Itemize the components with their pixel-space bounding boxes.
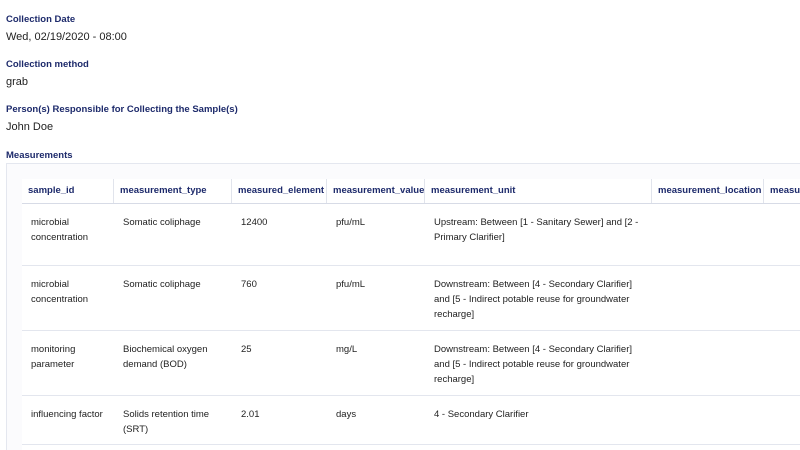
cell-measurement-value: pfu/mL <box>336 217 366 228</box>
responsible-label: Person(s) Responsible for Collecting the… <box>6 104 238 115</box>
column-header-measurement-unit[interactable]: measurement_unit <box>425 179 652 203</box>
cell-sample-id: microbial concentration <box>31 217 89 243</box>
cell-measured-element: 760 <box>241 279 257 290</box>
cell-sample-id: monitoring parameter <box>31 344 76 370</box>
cell-measurement-type: Somatic coliphage <box>123 217 201 228</box>
cell-measurement-unit: Downstream: Between [4 - Secondary Clari… <box>434 344 632 385</box>
cell-measured-element: 2.01 <box>241 409 260 420</box>
collection-method-label: Collection method <box>6 59 89 70</box>
column-header-measurement-value[interactable]: measurement_value <box>327 179 425 203</box>
cell-measurement-type: Somatic coliphage <box>123 279 201 290</box>
cell-measurement-unit: Downstream: Between [4 - Secondary Clari… <box>434 279 632 320</box>
cell-measurement-type: Solids retention time (SRT) <box>123 409 210 435</box>
cell-measurement-value: days <box>336 409 357 420</box>
collection-method-value: grab <box>6 76 29 88</box>
cell-measurement-unit: 4 - Secondary Clarifier <box>434 409 529 420</box>
table-row: microbial concentration Somatic coliphag… <box>22 266 800 331</box>
table-row: influencing factor Solids retention time… <box>22 396 800 445</box>
collection-date-value: Wed, 02/19/2020 - 08:00 <box>6 31 127 43</box>
cell-sample-id: microbial concentration <box>31 279 89 305</box>
table-row: monitoring parameter Biochemical oxygen … <box>22 331 800 396</box>
measurements-label: Measurements <box>6 150 73 161</box>
measurements-table-container[interactable]: sample_id measurement_type measured_elem… <box>6 163 800 450</box>
column-header-measurement-type[interactable]: measurement_type <box>114 179 232 203</box>
cell-measurement-type: Biochemical oxygen demand (BOD) <box>123 344 208 370</box>
cell-measurement-value: pfu/mL <box>336 279 366 290</box>
cell-sample-id: influencing factor <box>31 409 103 420</box>
column-header-measurement-location[interactable]: measurement_location <box>652 179 764 203</box>
cell-measured-element: 25 <box>241 344 252 355</box>
cell-measurement-unit: Upstream: Between [1 - Sanitary Sewer] a… <box>434 217 639 243</box>
measurements-table: sample_id measurement_type measured_elem… <box>22 179 800 450</box>
column-header-sample-id[interactable]: sample_id <box>22 179 114 203</box>
table-row: microbial concentration Somatic coliphag… <box>22 204 800 266</box>
cell-measurement-value: mg/L <box>336 344 358 355</box>
column-header-measured-element[interactable]: measured_element <box>232 179 327 203</box>
column-header-truncated[interactable]: measur <box>764 179 800 203</box>
cell-measured-element: 12400 <box>241 217 268 228</box>
responsible-value: John Doe <box>6 121 54 133</box>
collection-date-label: Collection Date <box>6 14 76 25</box>
table-header: sample_id measurement_type measured_elem… <box>22 179 800 204</box>
